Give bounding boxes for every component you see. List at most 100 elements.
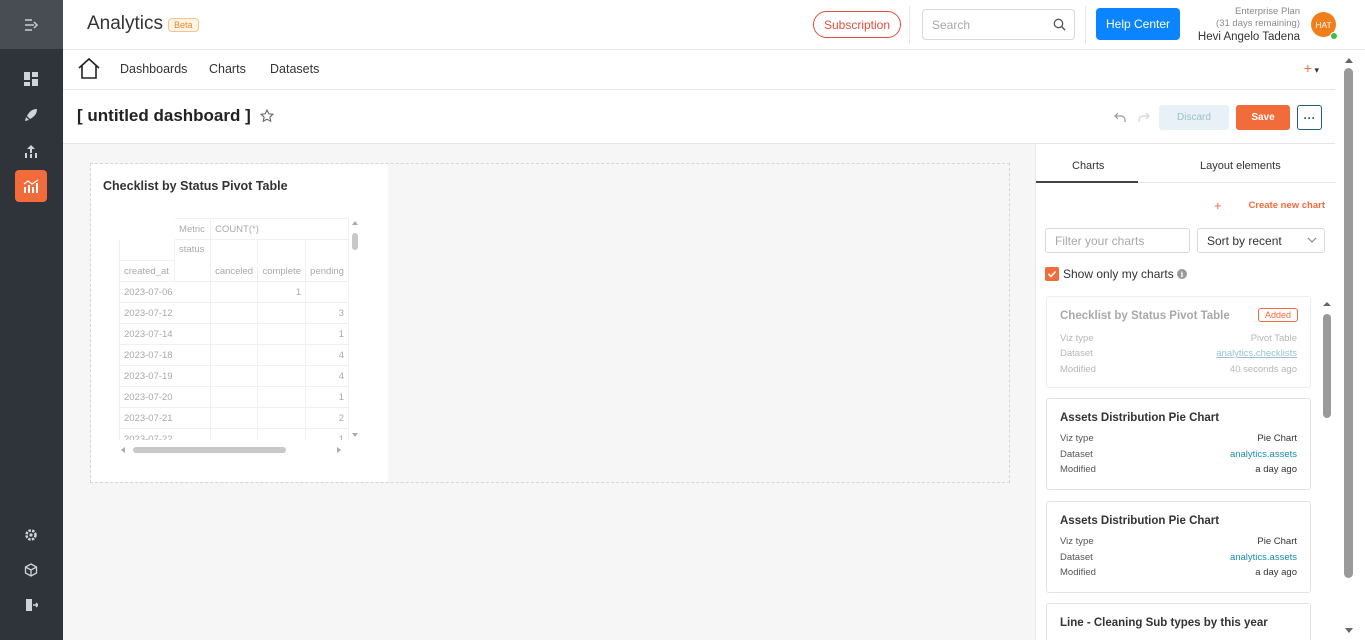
modified-label: Modified [1060,464,1096,475]
pivot-cell-complete [257,302,307,324]
checkmark-icon [1047,270,1057,278]
table-row: 2023-07-22 1 [119,428,349,440]
panel-scrollbar[interactable] [1322,298,1332,638]
subscription-button[interactable]: Subscription [813,11,901,38]
plan-days-remaining: (31 days remaining) [1216,18,1300,29]
home-button[interactable] [77,57,101,82]
pivot-cell-pending: 1 [305,428,349,440]
chart-list-card[interactable]: Assets Distribution Pie Chart Viz type P… [1046,398,1311,490]
left-sidebar [0,0,63,640]
chart-list-card[interactable]: Assets Distribution Pie Chart Viz type P… [1046,501,1311,593]
sidebar-item-upload[interactable] [15,135,47,167]
nav-dashboards[interactable]: Dashboards [120,62,187,76]
expand-arrow-icon [24,18,38,31]
pivot-cell-pending: 1 [305,386,349,408]
chart-card-title: Assets Distribution Pie Chart [1060,412,1220,424]
pivot-row-date: 2023-07-19 [119,365,212,387]
plan-name: Enterprise Plan [1235,6,1300,17]
chart-card[interactable]: Checklist by Status Pivot Table Metric C… [91,164,388,482]
info-icon[interactable]: i [1177,269,1187,279]
logout-icon [26,599,38,611]
nav-datasets[interactable]: Datasets [270,62,319,76]
pivot-row-date: 2023-07-06 [119,281,212,303]
upload-chart-icon [25,145,37,158]
plus-icon: + [1303,60,1312,76]
user-name: Hevi Angelo Tadena [1197,31,1300,43]
chart-card-title: Checklist by Status Pivot Table [1060,310,1230,322]
sidebar-item-launch[interactable] [15,99,47,131]
modified-value: 40 seconds ago [1229,364,1297,375]
pivot-cell-canceled [210,281,259,303]
favorite-star-icon[interactable] [260,109,274,123]
pivot-vertical-scrollbar[interactable] [351,220,359,438]
chevron-down-icon [1307,237,1317,243]
sort-select-value: Sort by recent [1207,234,1282,248]
viz-type-label: Viz type [1060,433,1094,444]
dataset-label: Dataset [1060,348,1093,359]
dashboard-title[interactable]: [ untitled dashboard ] [77,106,251,126]
sort-select[interactable]: Sort by recent [1197,228,1325,253]
save-button[interactable]: Save [1236,105,1290,130]
viz-type-label: Viz type [1060,333,1094,344]
modified-value: a day ago [1255,567,1297,578]
sidebar-expand-button[interactable] [0,0,63,49]
dataset-link[interactable]: analytics.assets [1230,552,1297,563]
pivot-cell-canceled [210,386,259,408]
pivot-row-date: 2023-07-14 [119,323,212,345]
pivot-cell-canceled [210,323,259,345]
pivot-col-complete: complete [257,239,307,282]
nav-charts[interactable]: Charts [209,62,246,76]
pivot-cell-pending [305,281,349,303]
chart-list-card[interactable]: Line - Cleaning Sub types by this year [1046,603,1311,640]
sidebar-item-logout[interactable] [15,589,47,621]
search-input[interactable] [932,18,1047,32]
discard-button[interactable]: Discard [1159,105,1229,130]
show-mine-label[interactable]: Show only my charts [1063,267,1174,281]
pivot-cell-canceled [210,407,259,429]
pivot-horizontal-scrollbar[interactable] [121,446,346,454]
active-tab-indicator [1036,181,1138,183]
sidebar-item-settings[interactable] [15,519,47,551]
pivot-cell-complete [257,323,307,345]
dashboard-grid-icon [24,72,38,86]
chart-card-title: Line - Cleaning Sub types by this year [1060,617,1268,629]
cube-icon [24,563,38,577]
viz-type-value: Pivot Table [1250,333,1297,344]
viz-type-value: Pie Chart [1257,536,1297,547]
dashboard-canvas: Checklist by Status Pivot Table Metric C… [63,144,1035,640]
dataset-link[interactable]: analytics.assets [1230,449,1297,460]
nav-add-menu[interactable]: + ▾ [1304,60,1319,76]
undo-icon[interactable] [1114,111,1126,123]
plus-icon[interactable]: + [1214,198,1222,213]
pivot-cell-complete [257,428,307,440]
table-row: 2023-07-14 1 [119,323,349,345]
search-box[interactable] [922,9,1075,40]
show-mine-checkbox[interactable] [1045,267,1059,281]
charts-panel: Charts Layout elements + Create new char… [1035,144,1336,640]
pivot-corner [119,239,176,261]
dashboard-drop-zone[interactable]: Checklist by Status Pivot Table Metric C… [90,163,1010,483]
tab-charts[interactable]: Charts [1072,160,1104,172]
filter-charts-field[interactable] [1045,228,1190,253]
create-new-chart-link[interactable]: Create new chart [1248,200,1325,211]
pivot-cell-canceled [210,365,259,387]
pivot-col-canceled: canceled [210,239,259,282]
redo-icon[interactable] [1138,111,1150,123]
page-scrollbar-track [1344,58,1353,633]
pivot-cell-pending: 3 [305,302,349,324]
help-center-button[interactable]: Help Center [1096,8,1180,40]
page-scrollbar[interactable] [1337,50,1365,640]
search-icon[interactable] [1053,18,1066,31]
sidebar-item-packages[interactable] [15,554,47,586]
chart-list-card[interactable]: Checklist by Status Pivot Table Added Vi… [1046,296,1311,388]
filter-charts-input[interactable] [1055,234,1180,248]
more-options-button[interactable]: ··· [1297,105,1322,130]
pivot-cell-canceled [210,344,259,366]
sidebar-item-analytics[interactable] [15,170,47,202]
table-row: 2023-07-19 4 [119,365,349,387]
plan-info: Enterprise Plan (31 days remaining) [1203,6,1300,30]
tab-layout-elements[interactable]: Layout elements [1200,160,1281,172]
sidebar-item-dashboards[interactable] [15,63,47,95]
dataset-link[interactable]: analytics.checklists [1216,348,1297,359]
table-row: 2023-07-20 1 [119,386,349,408]
